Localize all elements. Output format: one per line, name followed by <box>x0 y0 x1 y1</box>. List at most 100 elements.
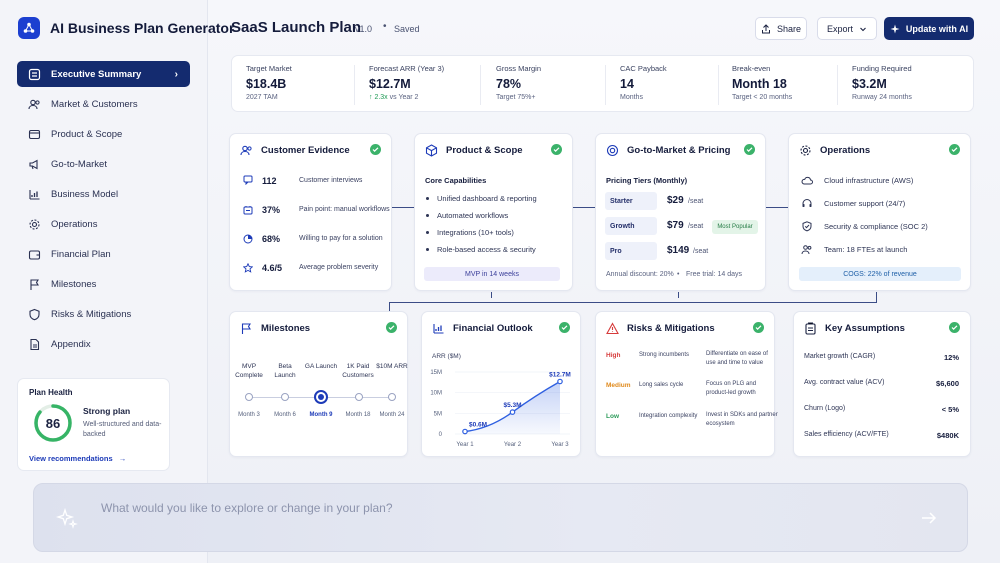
card-title: Risks & Mitigations <box>627 323 715 334</box>
summary-icon <box>28 68 41 80</box>
operations-row: Cloud infrastructure (AWS) <box>801 175 913 186</box>
operations-row: Customer support (24/7) <box>801 198 905 209</box>
kpi-break-even: Break-even Month 18 Target < 20 months <box>732 64 847 101</box>
milestone-dot[interactable] <box>281 393 289 401</box>
risk-mitigation: Differentiate on ease of use and time to… <box>706 351 768 366</box>
card-header: Product & Scope <box>425 144 523 157</box>
milestone-dot[interactable] <box>355 393 363 401</box>
tier-unit: /seat <box>688 223 704 230</box>
annual-discount-note: Annual discount: 20% <box>606 271 674 278</box>
update-with-ai-button[interactable]: Update with AI <box>884 17 974 40</box>
milestones-card[interactable]: Milestones MVP Complete Beta Launch GA L… <box>229 311 408 457</box>
kpi-label: Gross Margin <box>496 64 542 73</box>
target-icon <box>606 144 619 157</box>
pie-icon <box>243 234 253 244</box>
sidebar-item-label: Business Model <box>51 188 119 200</box>
send-button[interactable] <box>919 508 939 528</box>
sidebar-nav: Executive Summary › Market & Customers P… <box>17 61 190 361</box>
risk-level: Medium <box>606 382 631 389</box>
operations-card[interactable]: Operations Cloud infrastructure (AWS) Cu… <box>788 133 971 291</box>
prompt-input[interactable] <box>101 499 861 517</box>
sidebar-item-go-to-market[interactable]: Go-to-Market <box>17 151 190 177</box>
arr-chart: ARR ($M) 0 5M 10M 15M $0.6M Year 1 $5.3M Year 2 $… <box>430 353 571 448</box>
share-button[interactable]: Share <box>755 17 807 40</box>
card-title: Financial Outlook <box>453 323 533 334</box>
capability-item: Integrations (10+ tools) <box>426 228 514 237</box>
arrow-right-icon: → <box>118 454 127 463</box>
sidebar-item-risks-mitigations[interactable]: Risks & Mitigations <box>17 301 190 327</box>
export-button[interactable]: Export <box>817 17 877 40</box>
sidebar-item-executive-summary[interactable]: Executive Summary › <box>17 61 190 87</box>
evidence-value: 68% <box>262 234 281 244</box>
kpi-target-market: Target Market $18.4B 2027 TAM <box>246 64 361 101</box>
gear-icon <box>800 145 811 156</box>
kpi-value: 78% <box>496 77 522 91</box>
operations-label: Security & compliance (SOC 2) <box>824 222 928 231</box>
data-point <box>462 428 468 435</box>
milestone-dot[interactable] <box>245 393 253 401</box>
free-trial-note: Free trial: 14 days <box>686 271 743 278</box>
kpi-value: $3.2M <box>852 77 887 91</box>
product-scope-card[interactable]: Product & Scope Core Capabilities Unifie… <box>414 133 573 291</box>
evidence-label: Pain point: manual workflows <box>299 206 390 213</box>
share-label: Share <box>776 23 802 34</box>
sidebar-item-operations[interactable]: Operations <box>17 211 190 237</box>
risks-card[interactable]: Risks & Mitigations High Strong incumben… <box>595 311 778 457</box>
app-title: AI Business Plan Generator <box>50 20 235 36</box>
connector-line <box>876 292 877 303</box>
connector-line <box>491 292 492 298</box>
milestone-dot[interactable] <box>388 393 396 401</box>
card-header: Key Assumptions <box>804 322 905 335</box>
sidebar-item-business-model[interactable]: Business Model <box>17 181 190 207</box>
connector-line <box>678 292 679 298</box>
app-logo-icon <box>18 17 40 39</box>
milestone-date: Month 3 <box>238 412 260 418</box>
risk-name: Long sales cycle <box>639 382 684 388</box>
cube-icon <box>425 144 438 157</box>
kpi-label: Funding Required <box>852 64 912 73</box>
shield-check-icon <box>802 221 812 232</box>
evidence-label: Average problem severity <box>299 264 379 271</box>
users-icon <box>240 145 252 156</box>
sidebar-item-financial-plan[interactable]: Financial Plan <box>17 241 190 267</box>
app-window: AI Business Plan Generator Executive Sum… <box>0 0 1000 563</box>
data-point <box>509 409 516 415</box>
operations-label: Customer support (24/7) <box>824 199 906 208</box>
key-assumptions-card[interactable]: Key Assumptions Market growth (CAGR) 12% … <box>793 311 971 457</box>
sidebar-item-market-customers[interactable]: Market & Customers <box>17 91 190 117</box>
milestone-label: GA Launch <box>304 363 338 370</box>
sidebar-item-appendix[interactable]: Appendix <box>17 331 190 357</box>
milestone-dot-current[interactable] <box>314 390 328 404</box>
plan-health-card: Plan Health 86 Strong plan Well-structur… <box>17 378 170 471</box>
chart-icon <box>29 189 40 200</box>
kpi-divider <box>837 65 838 105</box>
kpi-sub: Target < 20 months <box>732 94 793 101</box>
sidebar-item-product-scope[interactable]: Product & Scope <box>17 121 190 147</box>
evidence-label: Willing to pay for a solution <box>299 235 383 242</box>
chevron-right-icon: › <box>174 68 178 80</box>
kpi-value: $12.7M <box>369 77 411 91</box>
view-recommendations-link[interactable]: View recommendations → <box>29 454 126 463</box>
customer-evidence-card[interactable]: Customer Evidence 112 Customer interview… <box>229 133 392 291</box>
sidebar-item-milestones[interactable]: Milestones <box>17 271 190 297</box>
tier-name: Starter <box>605 192 657 210</box>
sidebar-item-label: Go-to-Market <box>51 158 107 170</box>
milestone-label: MVP Complete <box>235 363 263 379</box>
pain-icon <box>243 206 253 215</box>
sparkle-icon <box>890 24 900 33</box>
financial-outlook-card[interactable]: Financial Outlook ARR ($M) 0 5M 10M 15M $0.6M… <box>421 311 581 457</box>
check-icon <box>386 322 397 333</box>
update-with-ai-label: Update with AI <box>905 23 969 34</box>
headset-icon <box>802 199 812 207</box>
sidebar-item-label: Product & Scope <box>51 128 123 140</box>
risk-mitigation: Focus on PLG and product-led growth <box>706 381 757 396</box>
wallet-icon <box>28 249 41 260</box>
check-icon <box>949 322 960 333</box>
x-tick-label: Year 2 <box>504 442 522 448</box>
tier-name: Growth <box>605 217 657 235</box>
ai-prompt-bar[interactable] <box>33 483 968 552</box>
risk-level: High <box>606 352 621 359</box>
kpi-label: Forecast ARR (Year 3) <box>369 64 445 73</box>
go-to-market-card[interactable]: Go-to-Market & Pricing Pricing Tiers (Mo… <box>595 133 766 291</box>
data-label: $0.6M <box>469 422 487 429</box>
